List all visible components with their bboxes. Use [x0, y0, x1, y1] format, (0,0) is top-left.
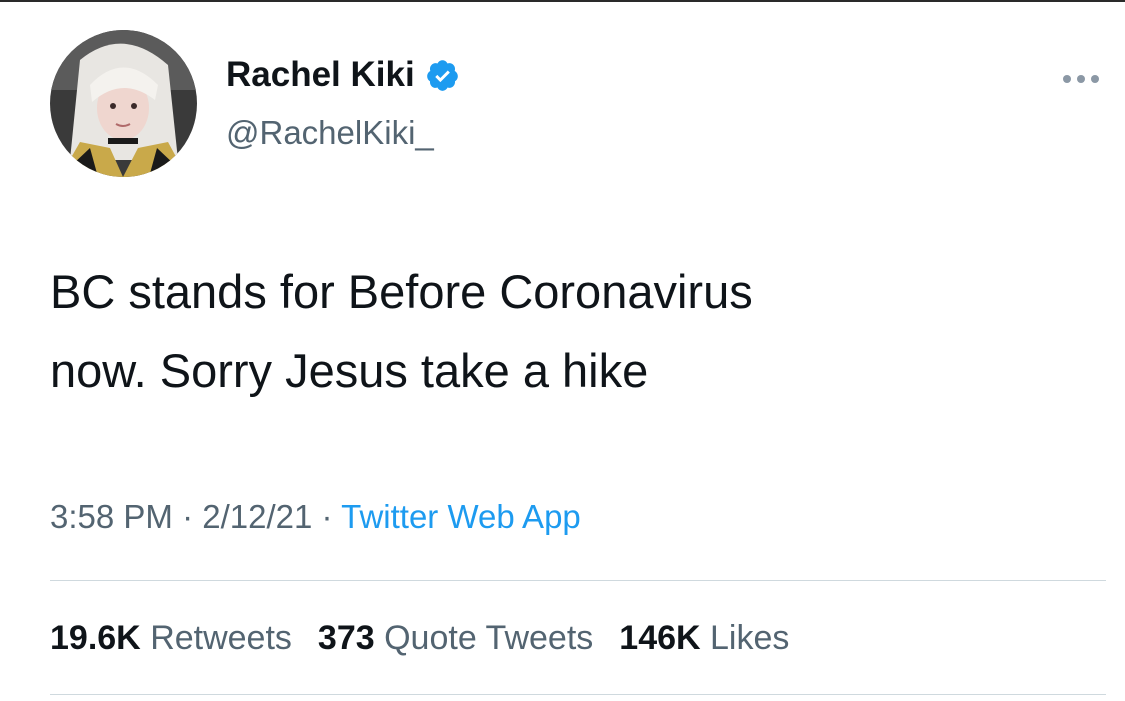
- display-name-text: Rachel Kiki: [226, 55, 415, 94]
- user-handle[interactable]: @RachelKiki_: [226, 111, 434, 155]
- tweet-text-line-1: BC stands for Before Coronavirus: [50, 265, 753, 318]
- quote-tweets-label: Quote Tweets: [384, 619, 594, 657]
- top-border: [0, 0, 1125, 2]
- avatar[interactable]: [50, 30, 197, 177]
- likes-count: 146K: [619, 619, 701, 657]
- likes-stat[interactable]: 146K Likes: [619, 615, 789, 661]
- separator: ·: [321, 498, 333, 535]
- tweet-text-line-2: now. Sorry Jesus take a hike: [50, 344, 649, 397]
- divider: [50, 694, 1106, 695]
- retweets-stat[interactable]: 19.6K Retweets: [50, 615, 292, 661]
- tweet-source-link[interactable]: Twitter Web App: [341, 498, 581, 535]
- display-name[interactable]: Rachel Kiki: [226, 52, 460, 98]
- quote-tweets-count: 373: [317, 619, 375, 657]
- quote-tweets-stat[interactable]: 373 Quote Tweets: [318, 615, 593, 661]
- retweets-label: Retweets: [150, 619, 292, 657]
- likes-label: Likes: [710, 619, 790, 657]
- tweet-time[interactable]: 3:58 PM: [50, 498, 173, 535]
- tweet-date[interactable]: 2/12/21: [202, 498, 312, 535]
- profile-photo-icon: [50, 30, 197, 177]
- more-options-icon[interactable]: [1056, 65, 1106, 93]
- tweet-metadata: 3:58 PM · 2/12/21 · Twitter Web App: [50, 495, 581, 539]
- divider: [50, 580, 1106, 581]
- retweets-count: 19.6K: [50, 619, 141, 657]
- separator: ·: [182, 498, 194, 535]
- engagement-stats: 19.6K Retweets 373 Quote Tweets 146K Lik…: [50, 615, 815, 661]
- verified-badge-icon: [425, 58, 460, 93]
- tweet-text: BC stands for Before Coronavirus now. So…: [50, 252, 1090, 410]
